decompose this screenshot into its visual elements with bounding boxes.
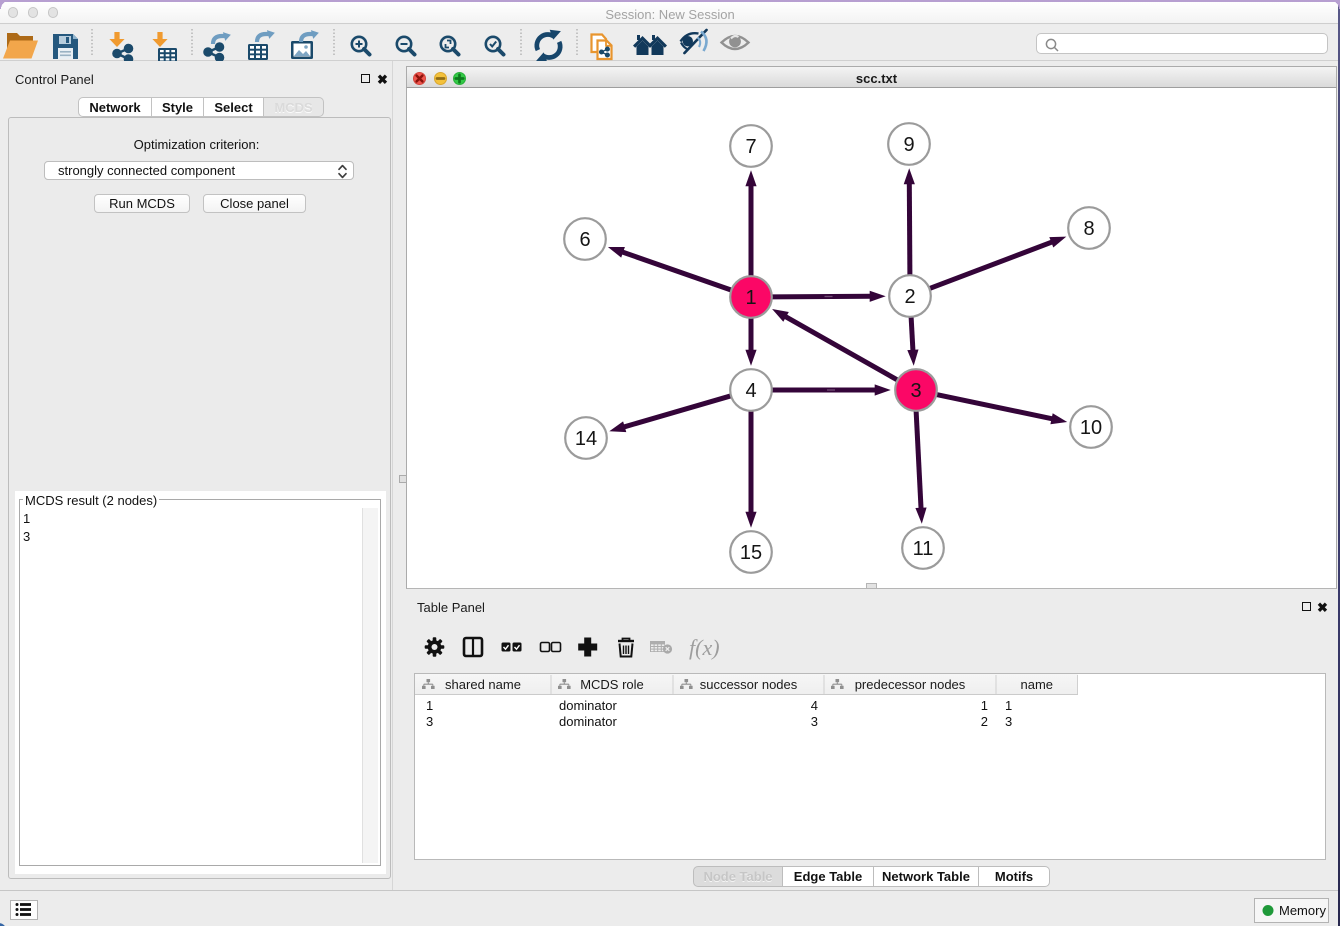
svg-text:8: 8 (1083, 218, 1094, 240)
svg-text:11: 11 (913, 538, 934, 560)
svg-text:4: 4 (745, 380, 756, 402)
svg-text:14: 14 (575, 428, 597, 450)
svg-text:1: 1 (745, 287, 756, 309)
svg-text:15: 15 (740, 542, 762, 564)
svg-text:7: 7 (745, 136, 756, 158)
svg-text:10: 10 (1080, 417, 1102, 439)
svg-text:9: 9 (903, 134, 914, 156)
svg-text:Memory: Memory (1279, 903, 1326, 918)
svg-text:6: 6 (579, 229, 590, 251)
svg-text:3: 3 (910, 380, 921, 402)
svg-text:f(x): f(x) (689, 635, 720, 660)
svg-text:2: 2 (904, 286, 915, 308)
